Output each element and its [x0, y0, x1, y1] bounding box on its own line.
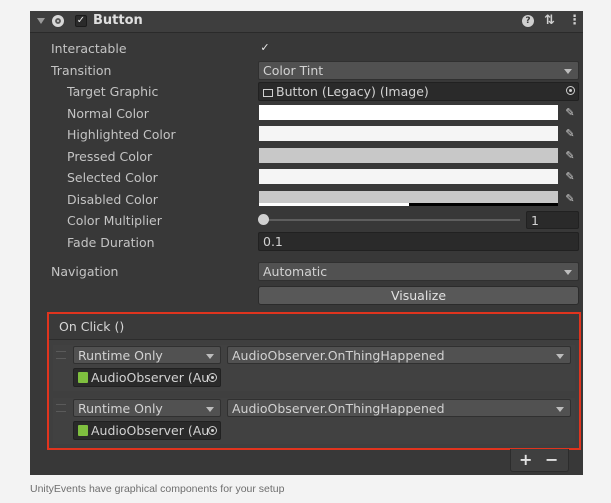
object-picker-icon[interactable] — [208, 426, 217, 435]
runtime-value: Runtime Only — [78, 401, 163, 416]
color-multiplier-slider-handle[interactable] — [258, 214, 269, 225]
disabled-color-field[interactable] — [259, 191, 558, 206]
chevron-down-icon — [556, 354, 564, 359]
color-multiplier-slider-track[interactable] — [264, 219, 520, 221]
runtime-value: Runtime Only — [78, 348, 163, 363]
color-multiplier-input[interactable]: 1 — [526, 211, 579, 229]
disabled-color-label: Disabled Color — [67, 192, 158, 207]
navigation-value: Automatic — [263, 264, 328, 279]
alpha-bar-empty — [409, 203, 558, 206]
add-event-button[interactable]: + — [519, 450, 532, 469]
chevron-down-icon — [564, 69, 572, 74]
pressed-color-label: Pressed Color — [67, 149, 153, 164]
highlighted-color-field[interactable] — [259, 126, 558, 141]
foldout-arrow-icon[interactable] — [37, 18, 45, 24]
function-value: AudioObserver.OnThingHappened — [232, 348, 445, 363]
script-icon — [78, 372, 88, 383]
component-header[interactable]: ✓ Button ? ⇅ ⋮ — [30, 11, 583, 33]
normal-color-field[interactable] — [259, 105, 558, 120]
pressed-color-field[interactable] — [259, 148, 558, 163]
eyedropper-icon[interactable]: ✎ — [563, 127, 577, 141]
eyedropper-icon[interactable]: ✎ — [563, 170, 577, 184]
transition-label: Transition — [51, 63, 112, 78]
selected-color-field[interactable] — [259, 169, 558, 184]
image-icon — [263, 89, 273, 97]
component-title: Button — [93, 13, 143, 28]
event-entry: Runtime Only AudioObserver.OnThingHappen… — [53, 398, 575, 444]
drag-handle-icon[interactable] — [56, 404, 66, 412]
transition-value: Color Tint — [263, 63, 324, 78]
fade-duration-input[interactable]: 0.1 — [258, 232, 579, 251]
chevron-down-icon — [556, 407, 564, 412]
interactable-checkbox[interactable]: ✓ — [259, 42, 271, 54]
normal-color-label: Normal Color — [67, 106, 149, 121]
alpha-bar — [259, 203, 409, 206]
remove-event-button[interactable]: − — [545, 450, 558, 469]
event-entry: Runtime Only AudioObserver.OnThingHappen… — [53, 345, 575, 391]
caption: UnityEvents have graphical components fo… — [30, 483, 285, 495]
function-dropdown[interactable]: AudioObserver.OnThingHappened — [227, 346, 571, 364]
target-object-field[interactable]: AudioObserver (Au — [73, 368, 221, 387]
on-click-title: On Click () — [49, 314, 579, 340]
color-multiplier-label: Color Multiplier — [67, 213, 162, 228]
navigation-dropdown[interactable]: Automatic — [258, 262, 579, 281]
object-picker-icon[interactable] — [566, 86, 575, 95]
chevron-down-icon — [564, 270, 572, 275]
target-object-value: AudioObserver (Au — [91, 370, 210, 385]
function-value: AudioObserver.OnThingHappened — [232, 401, 445, 416]
interactable-label: Interactable — [51, 41, 127, 56]
eyedropper-icon[interactable]: ✎ — [563, 192, 577, 206]
more-icon[interactable]: ⋮ — [568, 13, 581, 28]
presets-icon[interactable]: ⇅ — [544, 13, 555, 28]
fade-duration-label: Fade Duration — [67, 235, 155, 250]
eyedropper-icon[interactable]: ✎ — [563, 106, 577, 120]
eyedropper-icon[interactable]: ✎ — [563, 149, 577, 163]
chevron-down-icon — [206, 407, 214, 412]
drag-handle-icon[interactable] — [56, 351, 66, 359]
target-object-field[interactable]: AudioObserver (Au — [73, 421, 221, 440]
color-multiplier-value: 1 — [531, 213, 539, 228]
transition-dropdown[interactable]: Color Tint — [258, 61, 579, 80]
help-icon[interactable]: ? — [522, 15, 534, 27]
target-graphic-value: Button (Legacy) (Image) — [276, 84, 429, 99]
runtime-dropdown[interactable]: Runtime Only — [73, 399, 221, 417]
component-enabled-checkbox[interactable]: ✓ — [75, 15, 87, 27]
selected-color-label: Selected Color — [67, 170, 158, 185]
highlighted-color-label: Highlighted Color — [67, 127, 176, 142]
inspector-panel: ✓ Button ? ⇅ ⋮ Interactable ✓ Transition… — [30, 11, 583, 475]
script-icon — [78, 425, 88, 436]
fade-duration-value: 0.1 — [263, 234, 283, 249]
function-dropdown[interactable]: AudioObserver.OnThingHappened — [227, 399, 571, 417]
navigation-label: Navigation — [51, 264, 119, 279]
object-picker-icon[interactable] — [208, 373, 217, 382]
on-click-event-list: On Click () Runtime Only AudioObserver.O… — [47, 312, 581, 450]
runtime-dropdown[interactable]: Runtime Only — [73, 346, 221, 364]
target-object-value: AudioObserver (Au — [91, 423, 210, 438]
visualize-label: Visualize — [390, 288, 447, 303]
visualize-button[interactable]: Visualize — [258, 286, 579, 305]
target-graphic-field[interactable]: Button (Legacy) (Image) — [258, 82, 579, 101]
component-icon — [52, 15, 64, 27]
target-graphic-label: Target Graphic — [67, 84, 159, 99]
chevron-down-icon — [206, 354, 214, 359]
